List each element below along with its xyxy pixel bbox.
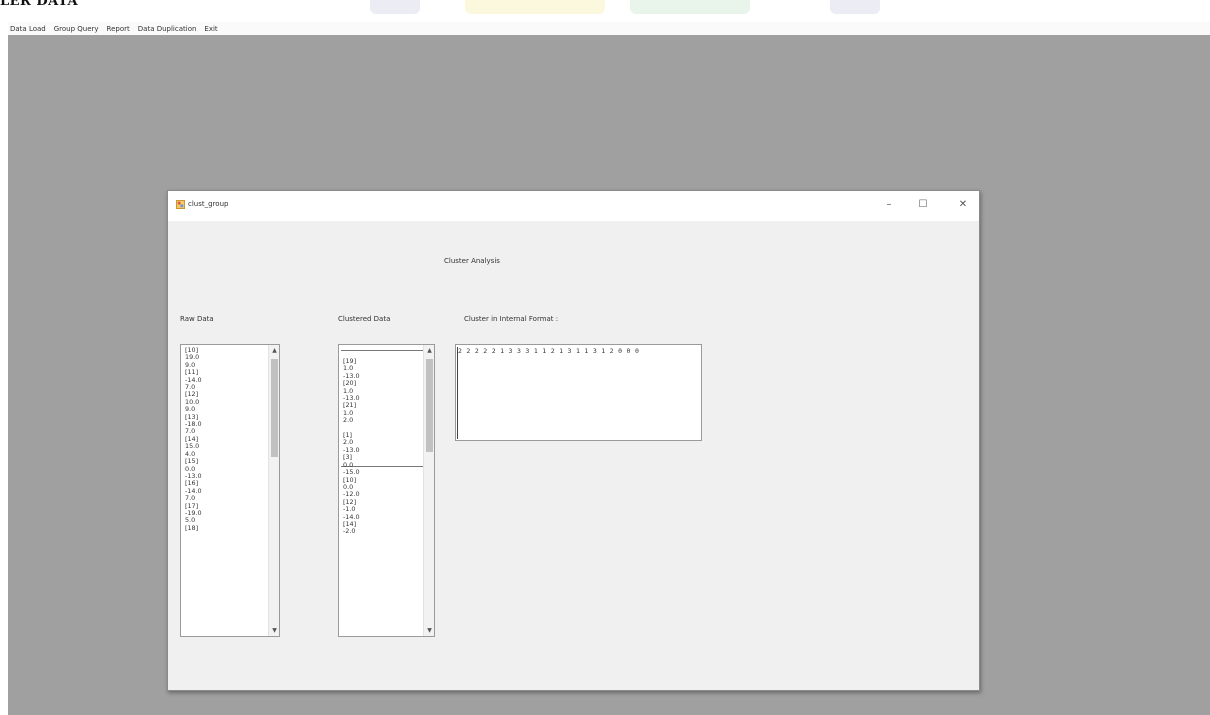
menu-group-query[interactable]: Group Query <box>52 25 105 33</box>
menu-data-duplication[interactable]: Data Duplication <box>136 25 203 33</box>
window-titlebar[interactable]: clust_group – ☐ ✕ <box>168 191 979 221</box>
scroll-up-arrow-icon[interactable]: ▲ <box>424 345 434 356</box>
watermark-banner <box>465 0 605 14</box>
scroll-thumb[interactable] <box>426 359 433 452</box>
raw-data-values: [10] 19.0 9.0 [11] -14.0 7.0 [12] 10.0 9… <box>185 346 202 532</box>
menu-bar: Data Load Group Query Report Data Duplic… <box>8 22 1210 35</box>
clust-group-window: clust_group – ☐ ✕ Cluster Analysis Raw D… <box>167 190 980 691</box>
maximize-button[interactable]: ☐ <box>910 195 936 215</box>
internal-format-value: 2 2 2 2 2 1 3 3 3 1 1 2 1 3 1 1 3 1 2 0 … <box>458 347 640 355</box>
mdi-workspace: clust_group – ☐ ✕ Cluster Analysis Raw D… <box>8 35 1210 715</box>
clustered-data-label: Clustered Data <box>338 315 391 323</box>
menu-exit[interactable]: Exit <box>202 25 223 33</box>
menu-data-load[interactable]: Data Load <box>8 25 52 33</box>
app-icon[interactable] <box>176 200 185 209</box>
close-button[interactable]: ✕ <box>950 195 976 215</box>
clustered-data-listbox[interactable]: [19] 1.0 -13.0 [20] 1.0 -13.0 [21] 1.0 2… <box>338 344 435 637</box>
page-heading: LER DATA <box>0 0 79 9</box>
clustered-data-values: [19] 1.0 -13.0 [20] 1.0 -13.0 [21] 1.0 2… <box>343 357 360 536</box>
window-title: clust_group <box>188 200 229 208</box>
watermark-banner <box>630 0 750 14</box>
raw-data-listbox[interactable]: [10] 19.0 9.0 [11] -14.0 7.0 [12] 10.0 9… <box>180 344 280 637</box>
minimize-button[interactable]: – <box>876 195 902 215</box>
raw-data-label: Raw Data <box>180 315 214 323</box>
cluster-separator <box>341 350 423 351</box>
raw-data-scrollbar[interactable]: ▲ ▼ <box>268 345 279 636</box>
watermark-banner <box>830 0 880 14</box>
cluster-analysis-heading: Cluster Analysis <box>444 257 500 265</box>
watermark-banner <box>370 0 420 14</box>
scroll-down-arrow-icon[interactable]: ▼ <box>424 625 434 636</box>
internal-format-label: Cluster in Internal Format : <box>464 315 559 323</box>
text-caret <box>457 347 458 439</box>
scroll-down-arrow-icon[interactable]: ▼ <box>269 625 279 636</box>
scroll-thumb[interactable] <box>271 359 278 457</box>
clustered-data-scrollbar[interactable]: ▲ ▼ <box>423 345 434 636</box>
internal-format-textbox[interactable]: 2 2 2 2 2 1 3 3 3 1 1 2 1 3 1 1 3 1 2 0 … <box>455 344 702 441</box>
scroll-up-arrow-icon[interactable]: ▲ <box>269 345 279 356</box>
menu-report[interactable]: Report <box>105 25 136 33</box>
